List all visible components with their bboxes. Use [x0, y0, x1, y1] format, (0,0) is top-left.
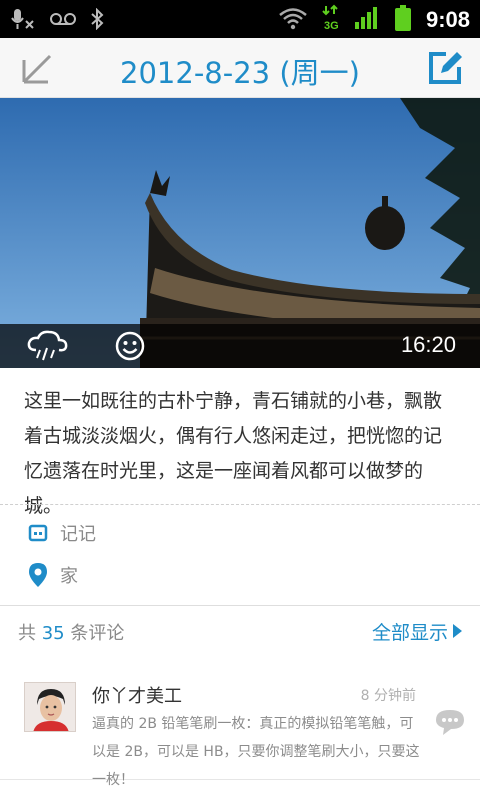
- location-pin-icon: [29, 563, 47, 587]
- show-all-arrow-icon[interactable]: [453, 624, 462, 638]
- data-3g-label: 3G: [324, 20, 339, 32]
- weather-rain-icon[interactable]: [26, 330, 70, 362]
- back-arrow-icon: [22, 54, 52, 84]
- photo-info-bar: 16:20: [0, 324, 480, 368]
- diary-location-label: 家: [60, 566, 78, 587]
- data-3g-icon: 3G: [322, 4, 340, 36]
- avatar[interactable]: [24, 682, 76, 732]
- comment-text: 逼真的 2B 铅笔笔刷一枚：真正的模拟铅笔笔触，可以是 2B，可以是 HB，只要…: [92, 716, 420, 788]
- comment-count-suffix: 条评论: [70, 623, 125, 644]
- status-bar: 3G 9:08: [0, 0, 480, 38]
- header-bar: 2012-8-23 (周一): [0, 38, 480, 98]
- edit-icon: [429, 52, 462, 84]
- comment-item[interactable]: 你丫才美工 8 分钟前 逼真的 2B 铅笔笔刷一枚：真正的模拟铅笔笔触，可以是 …: [0, 670, 480, 788]
- edit-button[interactable]: [426, 49, 464, 87]
- back-button[interactable]: [18, 50, 56, 88]
- diary-body-text: 这里一如既往的古朴宁静，青石铺就的小巷，飘散着古城淡淡烟火，偶有行人悠闲走过，把…: [24, 390, 443, 517]
- tag-icon: [28, 524, 48, 542]
- mic-muted-icon: [10, 8, 36, 34]
- comment-count-number: 35: [41, 623, 65, 644]
- comment-count-prefix: 共: [18, 623, 36, 644]
- diary-photo[interactable]: 16:20: [0, 98, 480, 368]
- mood-smile-icon[interactable]: [114, 330, 146, 362]
- diary-location-row[interactable]: 家: [28, 562, 78, 588]
- comments-header: 共 35 条评论 全部显示: [0, 606, 480, 656]
- comment-author[interactable]: 你丫才美工: [92, 682, 182, 708]
- battery-icon: [394, 4, 412, 36]
- photo-time: 16:20: [400, 332, 456, 357]
- comment-count: 共 35 条评论: [18, 619, 124, 645]
- page-title: 2012-8-23 (周一): [120, 56, 360, 90]
- voicemail-icon: [50, 11, 76, 31]
- diary-tag-label: 记记: [60, 524, 96, 545]
- signal-strength-icon: [354, 6, 380, 34]
- comment-time: 8 分钟前: [360, 688, 416, 704]
- status-time: 9:08: [425, 7, 470, 32]
- diary-tag-row[interactable]: 记记: [28, 520, 96, 546]
- dashed-divider: [0, 504, 480, 505]
- bluetooth-icon: [90, 7, 104, 34]
- wifi-icon: [278, 6, 308, 34]
- reply-bubble-icon[interactable]: [434, 708, 466, 736]
- show-all-comments-link[interactable]: 全部显示: [372, 618, 448, 645]
